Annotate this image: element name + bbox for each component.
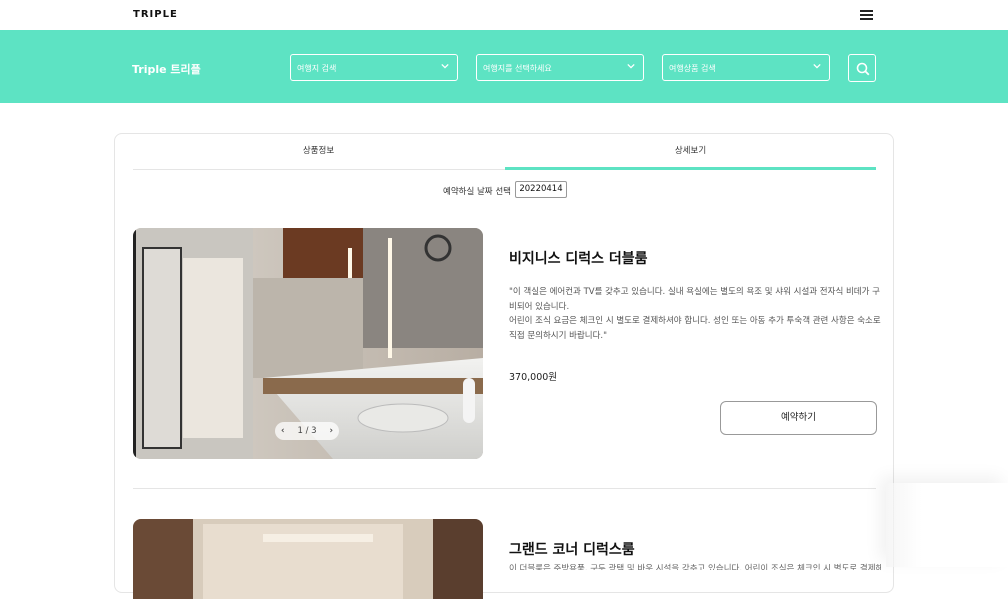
top-navbar: TRIPLE bbox=[0, 0, 1008, 30]
brand-title: Triple 트리플 bbox=[132, 63, 201, 76]
reserve-button[interactable]: 예약하기 bbox=[720, 401, 877, 435]
region-select[interactable]: 여행지를 선택하세요 bbox=[476, 54, 644, 81]
image-pager: ‹ 1 / 3 › bbox=[275, 422, 339, 440]
room-photo-image bbox=[133, 519, 483, 599]
date-label: 예약하실 날짜 선택 bbox=[443, 187, 511, 197]
room-desc-line: 직접 문의하시기 바랍니다." bbox=[509, 330, 608, 341]
product-card: 상품정보 상세보기 예약하실 날짜 선택 20220414 ‹ 1 / 3 › … bbox=[114, 133, 894, 599]
pager-count: 1 / 3 bbox=[297, 426, 317, 436]
product-select[interactable]: 여행상품 검색 bbox=[662, 54, 830, 81]
chevron-down-icon bbox=[441, 63, 449, 69]
product-placeholder: 여행상품 검색 bbox=[669, 64, 716, 73]
tab-bar: 상품정보 상세보기 bbox=[133, 134, 876, 170]
chevron-left-icon[interactable]: ‹ bbox=[281, 422, 285, 440]
room-desc-line: "이 객실은 에어컨과 TV를 갖추고 있습니다. 실내 욕실에는 별도의 욕조… bbox=[509, 287, 880, 297]
chevron-down-icon bbox=[627, 63, 635, 69]
room-description: "이 객실은 에어컨과 TV를 갖추고 있습니다. 실내 욕실에는 별도의 욕조… bbox=[509, 285, 881, 343]
site-logo[interactable]: TRIPLE bbox=[133, 9, 178, 20]
date-input[interactable]: 20220414 bbox=[515, 181, 567, 198]
hamburger-icon[interactable] bbox=[860, 10, 873, 20]
tab-product-info[interactable]: 상품정보 bbox=[133, 134, 504, 169]
tab-detail-view[interactable]: 상세보기 bbox=[505, 134, 876, 170]
room-desc-line: 비되어 있습니다. bbox=[509, 301, 570, 312]
room-title: 비지니스 디럭스 더블룸 bbox=[509, 251, 648, 267]
chevron-down-icon bbox=[813, 63, 821, 69]
search-icon bbox=[856, 62, 870, 76]
room-photo[interactable]: ‹ 1 / 3 › bbox=[133, 228, 483, 459]
room-desc-line: 어린이 조식 요금은 체크인 시 별도로 결제하셔야 합니다. 성인 또는 아동… bbox=[509, 316, 881, 326]
room-description: 이 더블룸은 주방용품, 구두 광택 및 바우 시설을 갖추고 있습니다. 어린… bbox=[509, 564, 881, 570]
room-title: 그랜드 코너 디럭스룸 bbox=[509, 542, 635, 558]
room-photo[interactable] bbox=[133, 519, 483, 599]
search-bar: Triple 트리플 여행지 검색 여행지를 선택하세요 여행상품 검색 bbox=[0, 30, 1008, 103]
region-placeholder: 여행지를 선택하세요 bbox=[483, 64, 552, 73]
chevron-right-icon[interactable]: › bbox=[329, 422, 333, 440]
room-price: 370,000원 bbox=[509, 372, 558, 383]
divider bbox=[133, 488, 876, 489]
destination-select[interactable]: 여행지 검색 bbox=[290, 54, 458, 81]
floating-panel bbox=[886, 483, 1008, 567]
destination-placeholder: 여행지 검색 bbox=[297, 64, 337, 73]
search-button[interactable] bbox=[848, 54, 876, 82]
